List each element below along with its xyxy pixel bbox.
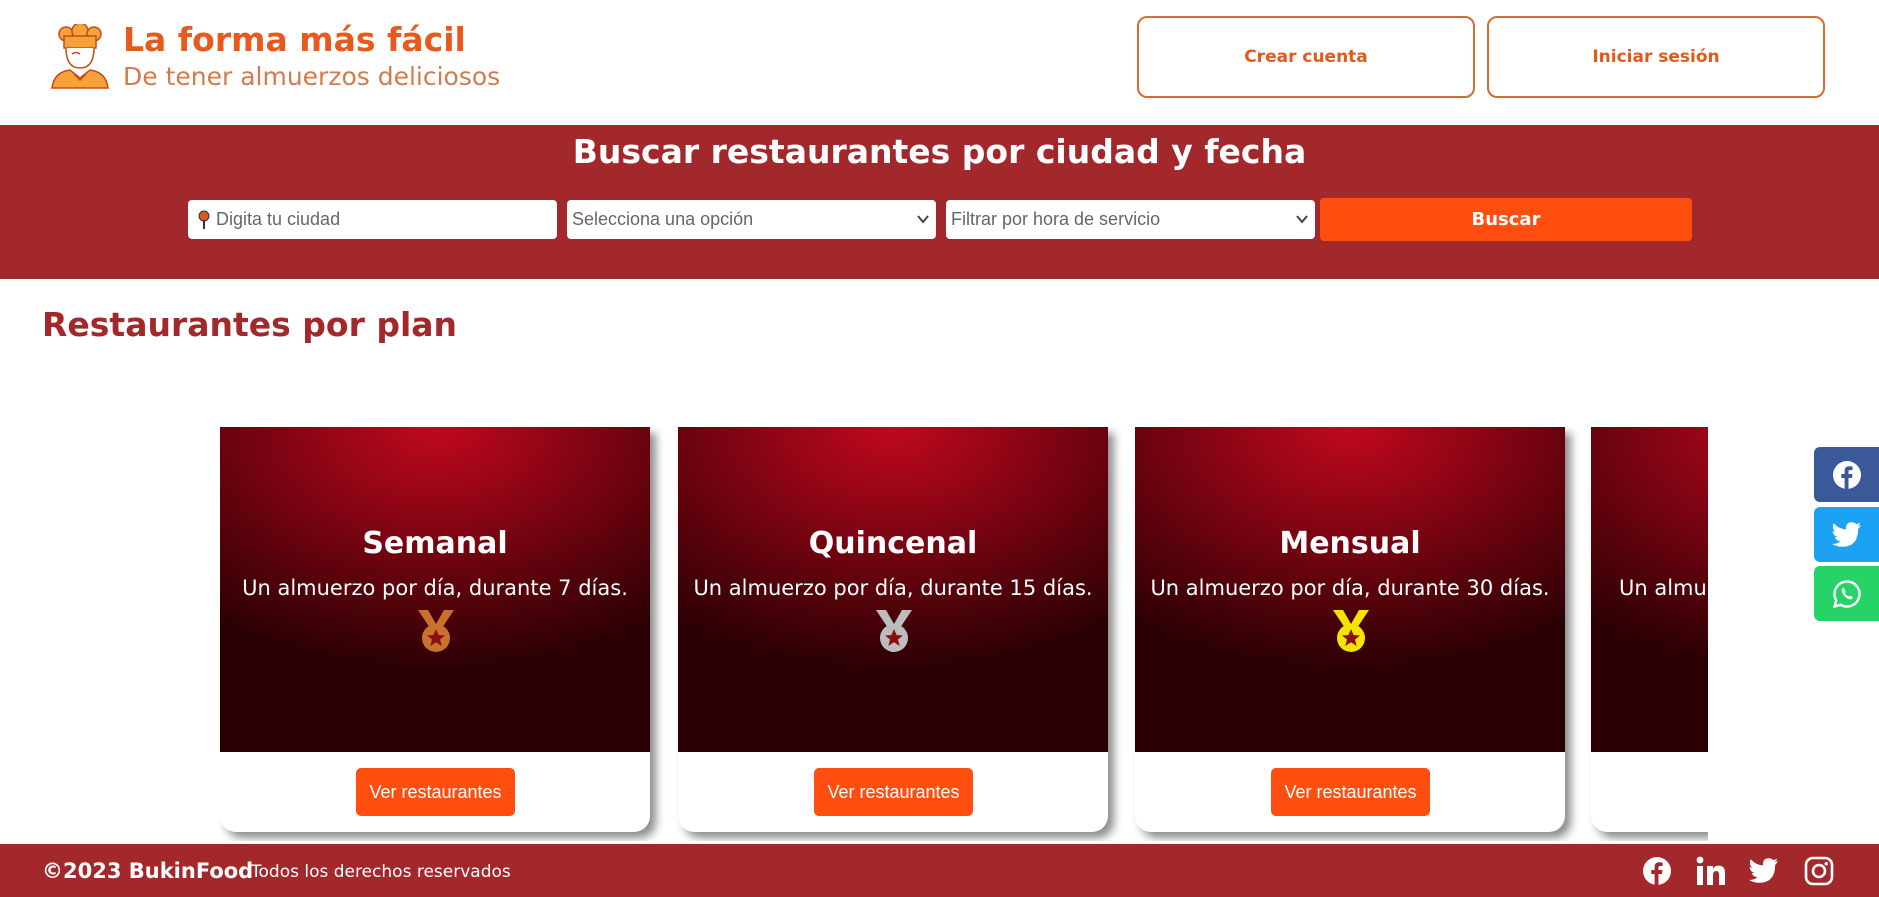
search-band: Buscar restaurantes por ciudad y fecha D… — [0, 125, 1879, 279]
plan-card-mensual: Mensual Un almuerzo por día, durante 30 … — [1135, 427, 1565, 832]
plan-carousel[interactable]: Semanal Un almuerzo por día, durante 7 d… — [220, 427, 1708, 841]
create-account-button[interactable]: Crear cuenta — [1137, 16, 1475, 98]
chef-logo-icon — [51, 24, 109, 89]
plan-description: Un almuerzo por día, durante 30 días. — [1150, 576, 1550, 600]
plan-card-banner: Un almue — [1591, 427, 1708, 752]
rights-text: Todos los derechos reservados — [251, 862, 511, 882]
plan-card-partial: Un almue — [1591, 427, 1708, 832]
share-whatsapp-button[interactable] — [1814, 566, 1879, 621]
plan-card-semanal: Semanal Un almuerzo por día, durante 7 d… — [220, 427, 650, 832]
copyright-text: ©2023 BukinFood — [42, 859, 254, 883]
linkedin-icon[interactable] — [1696, 856, 1726, 886]
site-subtitle: De tener almuerzos deliciosos — [123, 62, 501, 91]
share-facebook-button[interactable] — [1814, 447, 1879, 502]
search-button[interactable]: Buscar — [1320, 198, 1692, 241]
site-title: La forma más fácil — [123, 20, 466, 59]
silver-medal-icon — [876, 610, 912, 652]
city-input[interactable]: Digita tu ciudad — [188, 200, 557, 239]
plan-name: Mensual — [1279, 526, 1421, 561]
facebook-icon[interactable] — [1642, 856, 1672, 886]
plan-description: Un almuerzo por día, durante 15 días. — [693, 576, 1093, 600]
plan-description: Un almue — [1619, 576, 1708, 600]
footer: ©2023 BukinFood Todos los derechos reser… — [0, 844, 1879, 897]
plan-select-value: Selecciona una opción — [572, 209, 754, 229]
view-restaurants-button[interactable]: Ver restaurantes — [356, 768, 515, 816]
whatsapp-icon — [1832, 579, 1861, 608]
map-pin-icon — [198, 210, 210, 229]
plan-name: Semanal — [362, 526, 508, 561]
plan-name: Quincenal — [808, 526, 978, 561]
plan-card-banner: Mensual Un almuerzo por día, durante 30 … — [1135, 427, 1565, 752]
view-restaurants-button[interactable]: Ver restaurantes — [1271, 768, 1430, 816]
service-hour-select[interactable]: Filtrar por hora de servicio — [946, 200, 1315, 239]
section-title: Restaurantes por plan — [42, 305, 458, 344]
plan-card-banner: Semanal Un almuerzo por día, durante 7 d… — [220, 427, 650, 752]
chevron-down-icon — [1296, 215, 1308, 224]
chevron-down-icon — [917, 215, 929, 224]
instagram-icon[interactable] — [1804, 856, 1834, 886]
service-hour-select-value: Filtrar por hora de servicio — [951, 209, 1161, 229]
twitter-icon[interactable] — [1749, 856, 1779, 886]
view-restaurants-button[interactable]: Ver restaurantes — [814, 768, 973, 816]
plan-select[interactable]: Selecciona una opción — [567, 200, 936, 239]
plan-card-banner: Quincenal Un almuerzo por día, durante 1… — [678, 427, 1108, 752]
login-button[interactable]: Iniciar sesión — [1487, 16, 1825, 98]
city-input-placeholder: Digita tu ciudad — [216, 209, 341, 229]
plan-description: Un almuerzo por día, durante 7 días. — [242, 576, 628, 600]
facebook-icon — [1832, 460, 1861, 489]
twitter-icon — [1831, 521, 1861, 547]
gold-medal-icon — [1333, 610, 1369, 652]
header: La forma más fácil De tener almuerzos de… — [0, 0, 1879, 125]
share-twitter-button[interactable] — [1814, 507, 1879, 562]
search-title: Buscar restaurantes por ciudad y fecha — [572, 132, 1307, 171]
plan-card-quincenal: Quincenal Un almuerzo por día, durante 1… — [678, 427, 1108, 832]
bronze-medal-icon — [418, 610, 454, 652]
